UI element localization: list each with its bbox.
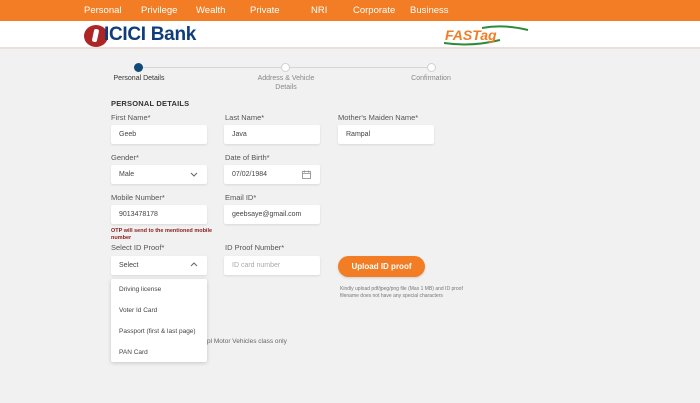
id-proof-select[interactable]: Select [111, 256, 207, 275]
svg-text:FASTag: FASTag [445, 27, 497, 43]
gender-label: Gender* [111, 153, 139, 162]
step-3-dot [427, 63, 436, 72]
chevron-up-icon [190, 262, 198, 267]
otp-note: OTP will send to the mentioned mobile nu… [111, 228, 213, 241]
option-passport[interactable]: Passport (first & last page) [119, 328, 196, 335]
fastag-logo: FASTag [443, 25, 529, 46]
logo-bar: ICICI Bank FASTag [0, 21, 700, 49]
nav-nri[interactable]: NRI [311, 5, 327, 17]
step-3-label: Confirmation [411, 75, 451, 82]
id-proof-number-label: ID Proof Number* [225, 243, 285, 252]
brand-name: ICICI Bank [104, 24, 197, 45]
nav-corporate[interactable]: Corporate [353, 5, 395, 17]
option-voter-id[interactable]: Voter Id Card [119, 307, 157, 314]
dob-value: 07/02/1984 [232, 171, 268, 178]
nav-business[interactable]: Business [410, 5, 449, 17]
id-proof-label: Select ID Proof* [111, 243, 165, 252]
email-field[interactable]: geebsaye@gmail.com [224, 205, 320, 224]
mobile-label: Mobile Number* [111, 193, 165, 202]
section-title: PERSONAL DETAILS [111, 99, 190, 108]
upload-note: Kindly upload pdf/jpeg/png file (Max 1 M… [340, 286, 463, 299]
mothers-maiden-name-label: Mother's Maiden Name* [338, 113, 419, 122]
first-name-label: First Name* [111, 113, 151, 122]
nav-private[interactable]: Private [250, 5, 280, 17]
id-proof-value: Select [119, 262, 139, 269]
step-1-dot [134, 63, 143, 72]
gender-value: Male [119, 171, 135, 178]
mobile-field[interactable]: 9013478178 [111, 205, 207, 224]
mothers-maiden-name-field[interactable]: Rampal [338, 125, 434, 144]
progress-stepper: Personal Details Address & Vehicle Detai… [0, 60, 700, 96]
last-name-label: Last Name* [225, 113, 265, 122]
step-1-label: Personal Details [113, 75, 165, 82]
icici-bank-logo[interactable]: ICICI Bank [84, 24, 214, 48]
upload-id-proof-button[interactable]: Upload ID proof [338, 256, 425, 277]
option-pan-card[interactable]: PAN Card [119, 349, 148, 356]
email-label: Email ID* [225, 193, 257, 202]
id-proof-number-field[interactable]: ID card number [224, 256, 320, 275]
dob-field[interactable]: 07/02/1984 [224, 165, 320, 184]
top-nav: Personal Privilege Wealth Private NRI Co… [0, 0, 700, 21]
step-2-dot [281, 63, 290, 72]
nav-privilege[interactable]: Privilege [141, 5, 177, 17]
chevron-down-icon [190, 172, 198, 177]
nav-wealth[interactable]: Wealth [196, 5, 225, 17]
calendar-icon[interactable] [302, 170, 311, 179]
nav-personal[interactable]: Personal [84, 5, 122, 17]
gender-select[interactable]: Male [111, 165, 207, 184]
dob-label: Date of Birth* [225, 153, 270, 162]
vehicle-class-note: pl Motor Vehicles class only [207, 338, 287, 345]
id-proof-dropdown: Driving license Voter Id Card Passport (… [111, 279, 207, 362]
option-driving-license[interactable]: Driving license [119, 286, 161, 293]
first-name-field[interactable]: Geeb [111, 125, 207, 144]
last-name-field[interactable]: Java [224, 125, 320, 144]
step-2-label: Address & Vehicle Details [257, 75, 315, 91]
